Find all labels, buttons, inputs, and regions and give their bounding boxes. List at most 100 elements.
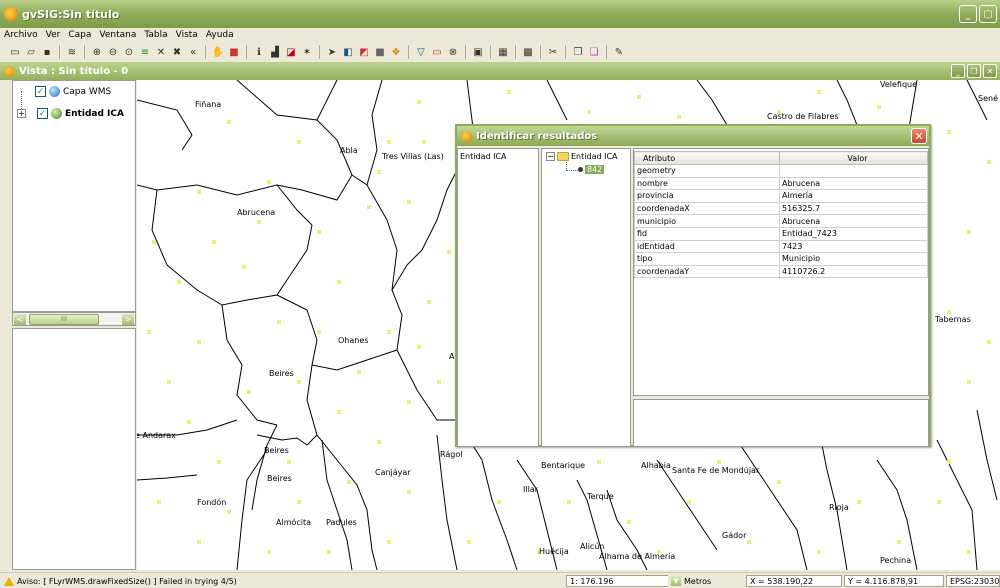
maximize-button[interactable]: ▢	[979, 5, 997, 23]
table-row[interactable]: idEntidad 7423	[634, 239, 928, 254]
menu-archivo[interactable]: Archivo	[4, 30, 38, 40]
select-layer-icon[interactable]: ❖	[389, 45, 403, 59]
edit-icon[interactable]: ✎	[612, 45, 626, 59]
menu-ventana[interactable]: Ventana	[99, 30, 136, 40]
menu-tabla[interactable]: Tabla	[144, 30, 167, 40]
zoom-layer-icon[interactable]: ≡	[138, 45, 152, 59]
select-shape-icon[interactable]: ■	[373, 45, 387, 59]
scroll-right-button[interactable]: >	[122, 314, 134, 325]
y-coordinate: Y = 4.116.878,91	[844, 575, 944, 587]
scroll-left-button[interactable]: <	[14, 314, 26, 325]
measure-area-icon[interactable]: ◪	[284, 45, 298, 59]
map-label: Rágol	[440, 450, 463, 459]
scroll-thumb[interactable]: III	[29, 314, 99, 325]
view-close-button[interactable]: ✕	[983, 64, 997, 78]
status-bar: Aviso: [ FLyrWMS.drawFixedSize() ] Faile…	[0, 572, 1000, 588]
measure-distance-icon[interactable]: ▟	[268, 45, 282, 59]
menu-capa[interactable]: Capa	[68, 30, 91, 40]
menu-vista[interactable]: Vista	[176, 30, 198, 40]
tree-root[interactable]: − Entidad ICA	[546, 152, 618, 161]
table-cell: tipo	[634, 252, 780, 266]
column-header[interactable]: Valor	[779, 151, 928, 165]
copy-icon[interactable]: ❐	[571, 45, 585, 59]
zoom-in-icon[interactable]: ⊕	[90, 45, 104, 59]
zoom-out-icon[interactable]: ⊖	[106, 45, 120, 59]
table-row[interactable]: coordenadaX 516325.7	[634, 201, 928, 216]
tools-icon[interactable]: ✂	[546, 45, 560, 59]
table-cell: Almería	[779, 189, 928, 203]
layer-checkbox[interactable]: ✓	[37, 108, 48, 119]
overview-map[interactable]	[12, 328, 136, 570]
table-cell: geometry	[634, 164, 780, 178]
app-title-bar[interactable]: gvSIG:Sin título _ ▢	[0, 0, 1000, 28]
table-row[interactable]: fid Entidad_7423	[634, 226, 928, 241]
rectangle-tool-icon[interactable]: ▭	[430, 45, 444, 59]
close-icon[interactable]: ✕	[911, 128, 927, 144]
layer-name: Capa WMS	[63, 86, 112, 97]
menu-ver[interactable]: Ver	[46, 30, 61, 40]
select-poly-icon[interactable]: ◩	[357, 45, 371, 59]
table-row[interactable]: municipio Abrucena	[634, 214, 928, 228]
layer-list-item[interactable]: Entidad ICA	[460, 152, 507, 161]
table-view-icon[interactable]: ▣	[471, 45, 485, 59]
map-layout-icon[interactable]: ▩	[521, 45, 535, 59]
warning-text: Aviso: [ FLyrWMS.drawFixedSize() ] Faile…	[17, 576, 237, 586]
table-cell: 4110726.2	[779, 264, 928, 279]
projection-value: EPSG:23030	[950, 576, 1000, 586]
info-icon[interactable]: ℹ	[252, 45, 266, 59]
paste-icon[interactable]: ❏	[587, 45, 601, 59]
toolbar-separator	[246, 45, 247, 59]
map-label: Pechina	[880, 556, 912, 565]
map-label: Tres Villas (Las)	[382, 152, 444, 161]
layer-checkbox[interactable]: ✓	[35, 86, 46, 97]
locator-icon[interactable]: ■	[227, 45, 241, 59]
table-cell: nombre	[634, 176, 780, 191]
table-cell: municipio	[634, 214, 780, 228]
view-restore-button[interactable]: ❐	[967, 64, 981, 78]
grid-icon[interactable]: ▦	[496, 45, 510, 59]
scale-field[interactable]: 1: 176.196	[566, 575, 670, 587]
map-label: Terque	[587, 492, 614, 501]
select-arrow-icon[interactable]: ➤	[325, 45, 339, 59]
map-label: Ohanes	[338, 336, 369, 345]
toc-scrollbar[interactable]: < III >	[12, 312, 136, 326]
layers-icon[interactable]: ≋	[65, 45, 79, 59]
table-row[interactable]: nombre Abrucena	[634, 176, 928, 191]
minimize-button[interactable]: _	[959, 5, 977, 23]
table-row[interactable]: tipo Municipio	[634, 252, 928, 266]
map-label: Alhama de Almería	[599, 552, 676, 561]
toolbar-separator	[540, 45, 541, 59]
expand-icon[interactable]: +	[17, 109, 26, 118]
collapse-icon[interactable]: −	[546, 152, 555, 161]
zoom-select-icon[interactable]: ⊙	[122, 45, 136, 59]
table-cell: coordenadaY	[634, 264, 780, 279]
hyperlink-icon[interactable]: ✶	[300, 45, 314, 59]
zoom-previous-icon[interactable]: «	[186, 45, 200, 59]
dialog-title-bar[interactable]: Identificar resultados ✕	[457, 126, 929, 146]
toc-layer-capa-wms[interactable]: ✓ Capa WMS	[35, 86, 111, 97]
map-label: Sené	[978, 94, 998, 103]
view-title-bar[interactable]: Vista : Sin título - 0 _ ❐ ✕	[0, 62, 1000, 80]
view-minimize-button[interactable]: _	[951, 64, 965, 78]
units-value: Metros	[684, 576, 712, 586]
menu-ayuda[interactable]: Ayuda	[206, 30, 234, 40]
open-folder-icon[interactable]: ▱	[24, 45, 38, 59]
filter-icon[interactable]: ▽	[414, 45, 428, 59]
new-file-icon[interactable]: ▭	[8, 45, 22, 59]
units-select[interactable]: ▼ Metros	[668, 575, 744, 587]
table-row[interactable]: provincia Almería	[634, 189, 928, 203]
pan-hand-icon[interactable]: ✋	[211, 45, 225, 59]
zoom-extent-icon[interactable]: ✖	[170, 45, 184, 59]
tree-feature-node[interactable]: 842	[578, 165, 605, 174]
toc-layer-entidad-ica[interactable]: + ✓ Entidad ICA	[17, 108, 124, 119]
column-header[interactable]: Atributo	[634, 151, 780, 165]
map-label: Bentarique	[541, 461, 586, 470]
zoom-data-icon[interactable]: ⊗	[446, 45, 460, 59]
table-row[interactable]: coordenadaY 4110726.2	[634, 264, 928, 279]
select-rect-icon[interactable]: ◧	[341, 45, 355, 59]
zoom-full-icon[interactable]: ✕	[154, 45, 168, 59]
main-toolbar: ▭ ▱ ▪ ≋ ⊕ ⊖ ⊙ ≡ ✕ ✖ « ✋ ■ ℹ ▟ ◪ ✶ ➤ ◧ ◩ …	[0, 42, 1000, 62]
chevron-down-icon: ▼	[671, 576, 681, 586]
save-icon[interactable]: ▪	[40, 45, 54, 59]
table-row[interactable]: geometry	[634, 164, 928, 178]
